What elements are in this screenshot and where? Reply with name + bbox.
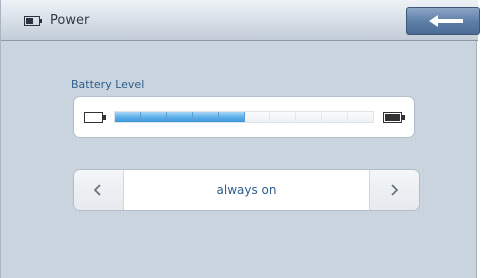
battery-level-segment xyxy=(218,112,245,122)
battery-level-segment xyxy=(348,112,374,122)
next-option-button[interactable] xyxy=(369,170,419,210)
battery-level-label: Battery Level xyxy=(71,78,145,91)
power-settings-screen: Power Battery Level always on xyxy=(0,0,480,278)
back-arrow-icon xyxy=(429,15,463,27)
battery-level-segment xyxy=(192,112,219,122)
battery-full-icon xyxy=(383,112,405,123)
back-button[interactable] xyxy=(406,7,480,35)
page-title: Power xyxy=(50,13,90,28)
battery-empty-icon xyxy=(84,112,106,123)
battery-level-segment xyxy=(244,112,271,122)
battery-level-bar xyxy=(114,111,374,123)
battery-level-segment xyxy=(166,112,193,122)
battery-level-segment xyxy=(322,112,349,122)
title-bar: Power xyxy=(1,0,480,41)
battery-level-panel xyxy=(73,96,415,138)
backlight-mode-selector: always on xyxy=(73,169,420,211)
battery-level-segment xyxy=(140,112,167,122)
chevron-left-icon xyxy=(93,184,101,196)
battery-level-segment xyxy=(296,112,323,122)
previous-option-button[interactable] xyxy=(74,170,124,210)
chevron-right-icon xyxy=(391,184,399,196)
selected-option-value: always on xyxy=(216,183,277,197)
battery-level-segment xyxy=(270,112,297,122)
battery-icon xyxy=(24,16,42,26)
battery-level-segment xyxy=(115,112,141,122)
